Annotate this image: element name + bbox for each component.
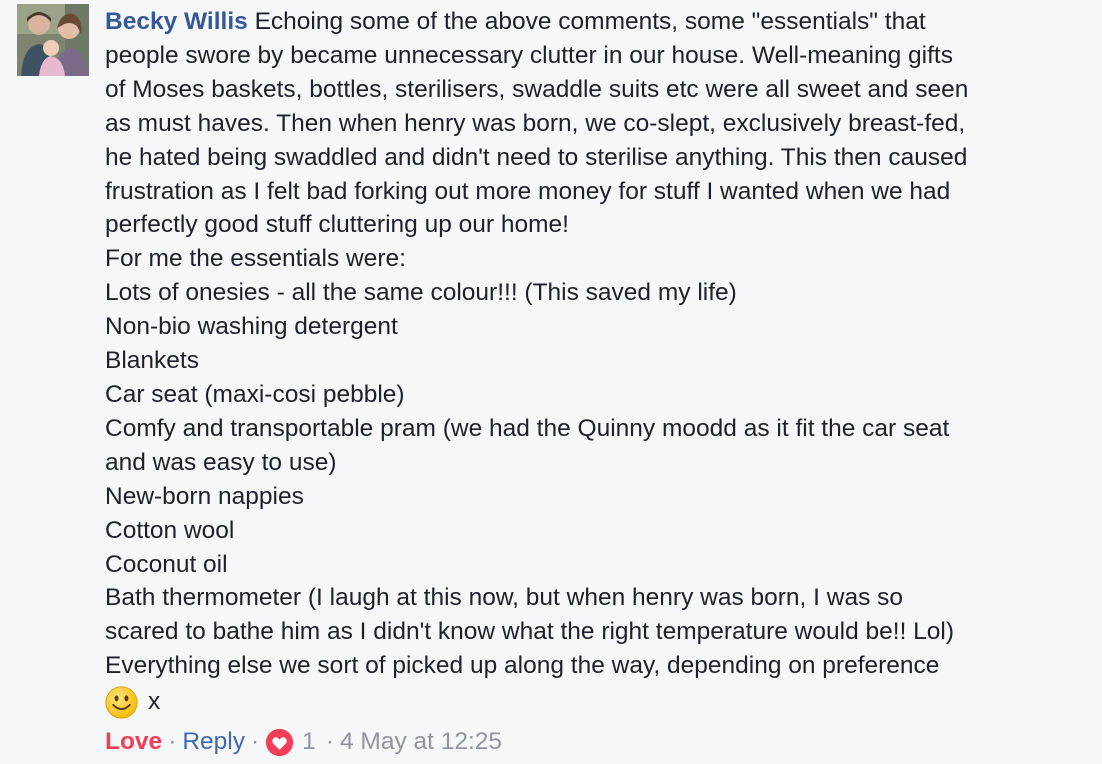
- comment-text-line: as must haves. Then when henry was born,…: [105, 109, 966, 137]
- sign-off-text: x: [148, 688, 161, 716]
- smiley-face-icon: [105, 686, 138, 719]
- essentials-item: Cotton wool: [105, 516, 235, 544]
- essentials-item: Car seat (maxi-cosi pebble): [105, 380, 405, 408]
- essentials-item: New-born nappies: [105, 482, 304, 510]
- essentials-item: Comfy and transportable pram (we had the…: [105, 414, 950, 442]
- author-name-link[interactable]: Becky Willis: [105, 8, 248, 35]
- comment-text-line: people swore by became unnecessary clutt…: [105, 41, 953, 69]
- essentials-item: Blankets: [105, 347, 199, 375]
- comment-actions: Love · Reply · 1 · 4 May at 12:25: [105, 724, 502, 760]
- love-button[interactable]: Love: [105, 728, 162, 756]
- comment-text-line: he hated being swaddled and didn't need …: [105, 143, 968, 171]
- separator-dot: ·: [168, 728, 177, 755]
- comment-text: Echoing some of the above comments, some…: [254, 8, 926, 35]
- essentials-item: Non-bio washing detergent: [105, 313, 398, 341]
- avatar[interactable]: [17, 4, 89, 76]
- comment: Becky Willis Echoing some of the above c…: [0, 0, 1102, 764]
- separator-dot: ·: [325, 728, 334, 755]
- essentials-intro: For me the essentials were:: [105, 245, 406, 273]
- essentials-item: Bath thermometer (I laugh at this now, b…: [105, 584, 904, 612]
- comment-closing-line: Everything else we sort of picked up alo…: [105, 652, 940, 680]
- separator-dot: ·: [251, 728, 260, 755]
- comment-text-line: perfectly good stuff cluttering up our h…: [105, 211, 569, 239]
- essentials-item: scared to bathe him as I didn't know wha…: [105, 618, 955, 646]
- comment-body: Becky Willis Echoing some of the above c…: [105, 5, 1095, 720]
- essentials-item: Lots of onesies - all the same colour!!!…: [105, 279, 737, 307]
- heart-icon[interactable]: [265, 728, 294, 757]
- comment-first-line: Becky Willis Echoing some of the above c…: [105, 5, 1095, 39]
- essentials-item: Coconut oil: [105, 550, 228, 578]
- reply-button[interactable]: Reply: [182, 728, 245, 756]
- comment-text-line: of Moses baskets, bottles, sterilisers, …: [105, 75, 969, 103]
- comment-text-line: frustration as I felt bad forking out mo…: [105, 177, 951, 205]
- emoji-line: x: [105, 684, 1095, 720]
- essentials-item: and was easy to use): [105, 448, 337, 476]
- avatar-photo: [17, 4, 89, 76]
- reaction-count[interactable]: 1: [302, 728, 316, 756]
- timestamp-link[interactable]: 4 May at 12:25: [340, 728, 502, 756]
